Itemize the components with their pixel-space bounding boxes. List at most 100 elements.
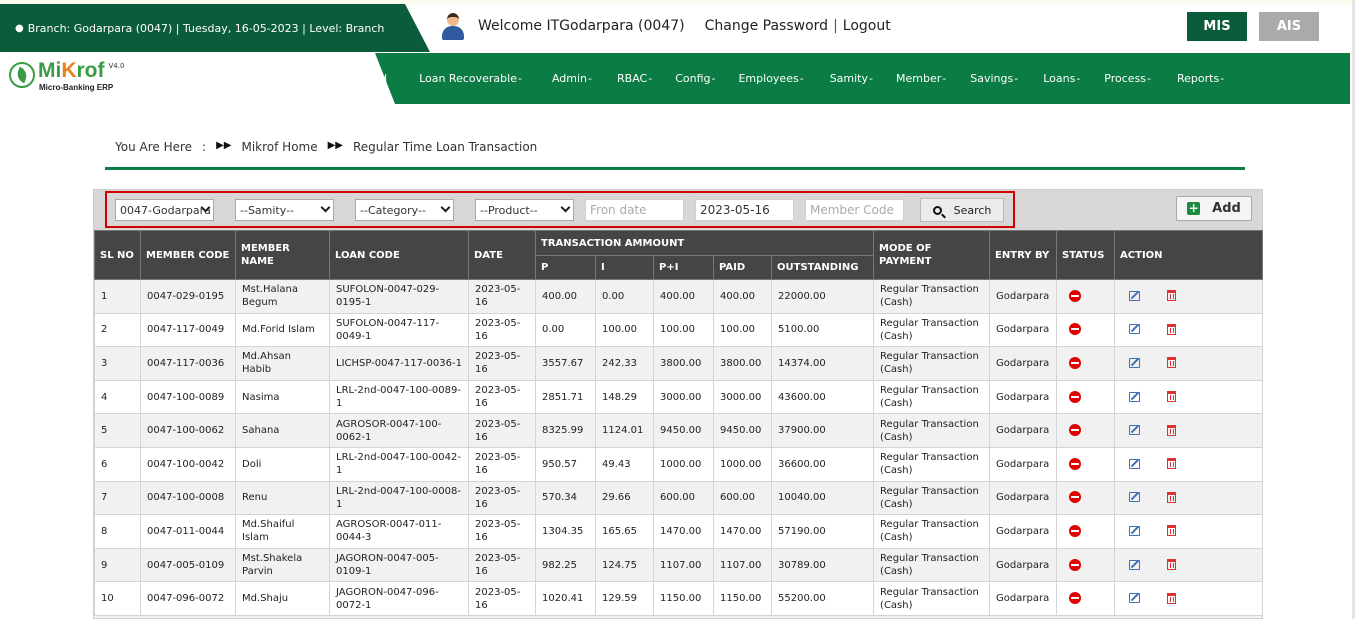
cell-outstanding: 43600.00 bbox=[770, 379, 875, 415]
cell-paid: 600.00 bbox=[713, 480, 772, 516]
cell-mode-of-payment: Regular Transaction (Cash) bbox=[873, 413, 991, 448]
cell-pi: 1000.00 bbox=[653, 446, 714, 482]
nav-item-savings[interactable]: Savings bbox=[970, 72, 1013, 85]
mis-button[interactable]: MIS bbox=[1187, 12, 1247, 41]
cell-date: 2023-05-16 bbox=[468, 514, 536, 549]
edit-icon[interactable] bbox=[1129, 290, 1141, 301]
cell-status bbox=[1056, 581, 1116, 616]
cell-member-name: Md.Shaiful Islam bbox=[235, 514, 330, 549]
nav-item-admin[interactable]: Admin bbox=[552, 72, 587, 85]
cell-loan-code: JAGORON-0047-096-0072-1 bbox=[329, 581, 469, 616]
cell-i: 49.43 bbox=[595, 446, 654, 482]
minus-circle-icon[interactable] bbox=[1069, 491, 1082, 504]
dropdown-caret-icon: - bbox=[517, 72, 522, 85]
cell-action bbox=[1114, 581, 1264, 616]
nav-item-member[interactable]: Member bbox=[896, 72, 941, 85]
cell-date: 2023-05-16 bbox=[468, 279, 536, 314]
trash-icon[interactable] bbox=[1167, 391, 1177, 403]
cell-paid: 100.00 bbox=[713, 312, 772, 348]
cell-outstanding: 14374.00 bbox=[770, 346, 875, 381]
edit-icon[interactable] bbox=[1129, 324, 1141, 335]
minus-circle-icon[interactable] bbox=[1069, 424, 1082, 437]
cell-loan-code: LICHSP-0047-117-0036-1 bbox=[329, 346, 469, 381]
cell-i: 124.75 bbox=[595, 547, 654, 583]
cell-member-name: Renu bbox=[235, 480, 330, 516]
trash-icon[interactable] bbox=[1167, 559, 1177, 571]
header-action: ACTION bbox=[1114, 230, 1264, 280]
cell-i: 129.59 bbox=[595, 581, 654, 616]
add-button[interactable]: + Add bbox=[1176, 196, 1252, 221]
minus-circle-icon[interactable] bbox=[1069, 323, 1082, 336]
cell-loan-code: JAGORON-0047-005-0109-1 bbox=[329, 547, 469, 583]
edit-icon[interactable] bbox=[1129, 492, 1141, 503]
edit-icon[interactable] bbox=[1129, 391, 1141, 402]
edit-icon[interactable] bbox=[1129, 357, 1141, 368]
logout-link[interactable]: Logout bbox=[843, 18, 891, 34]
change-password-link[interactable]: Change Password bbox=[705, 18, 828, 34]
cell-p: 950.57 bbox=[535, 446, 596, 482]
cell-member-name: Nasima bbox=[235, 379, 330, 415]
nav-item-loans[interactable]: Loans bbox=[1043, 72, 1075, 85]
trash-icon[interactable] bbox=[1167, 491, 1177, 503]
trash-icon[interactable] bbox=[1167, 525, 1177, 537]
cell-i: 148.29 bbox=[595, 379, 654, 415]
cell-outstanding: 37900.00 bbox=[770, 413, 875, 448]
trash-icon[interactable] bbox=[1167, 458, 1177, 470]
cell-loan-code: LRL-2nd-0047-100-0042-1 bbox=[329, 446, 469, 482]
cell-outstanding: 36600.00 bbox=[770, 446, 875, 482]
minus-circle-icon[interactable] bbox=[1069, 356, 1082, 369]
cell-status bbox=[1056, 346, 1116, 381]
cell-pi: 600.00 bbox=[653, 480, 714, 516]
minus-circle-icon[interactable] bbox=[1069, 390, 1082, 403]
dropdown-caret-icon: - bbox=[588, 72, 593, 85]
trash-icon[interactable] bbox=[1167, 424, 1177, 436]
table-row: 3 0047-117-0036 Md.Ahsan Habib LICHSP-0047-… bbox=[94, 346, 1264, 381]
cell-i: 1124.01 bbox=[595, 413, 654, 448]
cell-member-code: 0047-117-0036 bbox=[140, 346, 236, 381]
edit-icon[interactable] bbox=[1129, 593, 1141, 604]
edit-icon[interactable] bbox=[1129, 458, 1141, 469]
cell-member-name: Md.Shaju bbox=[235, 581, 330, 616]
dropdown-caret-icon: - bbox=[942, 72, 947, 85]
ais-button[interactable]: AIS bbox=[1259, 12, 1319, 41]
trash-icon[interactable] bbox=[1167, 323, 1177, 335]
minus-circle-icon[interactable] bbox=[1069, 592, 1082, 605]
dropdown-caret-icon: - bbox=[799, 72, 804, 85]
minus-circle-icon[interactable] bbox=[1069, 457, 1082, 470]
welcome-text: Welcome ITGodarpara (0047) bbox=[478, 18, 685, 34]
cell-entry-by: Godarpara bbox=[989, 279, 1058, 314]
nav-item-loan-recoverable[interactable]: Loan Recoverable bbox=[419, 72, 517, 85]
trash-icon[interactable] bbox=[1167, 592, 1177, 604]
nav-item-config[interactable]: Config bbox=[675, 72, 710, 85]
breadcrumb-you-are-here: You Are Here bbox=[115, 140, 193, 154]
cell-p: 400.00 bbox=[535, 279, 596, 314]
minus-circle-icon[interactable] bbox=[1069, 289, 1082, 302]
edit-icon[interactable] bbox=[1129, 525, 1141, 536]
nav-item-reports[interactable]: Reports bbox=[1177, 72, 1219, 85]
nav-item-rbac[interactable]: RBAC bbox=[617, 72, 647, 85]
dropdown-caret-icon: - bbox=[1147, 72, 1152, 85]
globe-icon: ● bbox=[15, 22, 24, 34]
breadcrumb: You Are Here : ▶▶ Mikrof Home ▶▶ Regular… bbox=[105, 140, 1245, 170]
cell-mode-of-payment: Regular Transaction (Cash) bbox=[873, 379, 991, 415]
cell-loan-code: LRL-2nd-0047-100-0008-1 bbox=[329, 480, 469, 516]
breadcrumb-home-link[interactable]: Mikrof Home bbox=[241, 140, 317, 154]
nav-item-samity[interactable]: Samity bbox=[830, 72, 868, 85]
nav-item-employees[interactable]: Employees bbox=[738, 72, 798, 85]
edit-icon[interactable] bbox=[1129, 425, 1141, 436]
filter-bar: 0047-Godarpara --Samity-- --Category-- -… bbox=[94, 190, 1262, 230]
mikrof-logo[interactable]: MiKrof V4.0 Micro-Banking ERP bbox=[9, 60, 124, 92]
nav-item-process[interactable]: Process bbox=[1104, 72, 1146, 85]
minus-circle-icon[interactable] bbox=[1069, 524, 1082, 537]
cell-p: 2851.71 bbox=[535, 379, 596, 415]
edit-icon[interactable] bbox=[1129, 559, 1141, 570]
trash-icon[interactable] bbox=[1167, 357, 1177, 369]
cell-sl-no: 5 bbox=[94, 413, 141, 448]
cell-status bbox=[1056, 514, 1116, 549]
cell-member-name: Sahana bbox=[235, 413, 330, 448]
header-paid: PAID bbox=[713, 255, 772, 280]
table-body: 1 0047-029-0195 Mst.Halana Begum SUFOLON-00… bbox=[94, 279, 1264, 616]
minus-circle-icon[interactable] bbox=[1069, 558, 1082, 571]
trash-icon[interactable] bbox=[1167, 290, 1177, 302]
cell-status bbox=[1056, 279, 1116, 314]
